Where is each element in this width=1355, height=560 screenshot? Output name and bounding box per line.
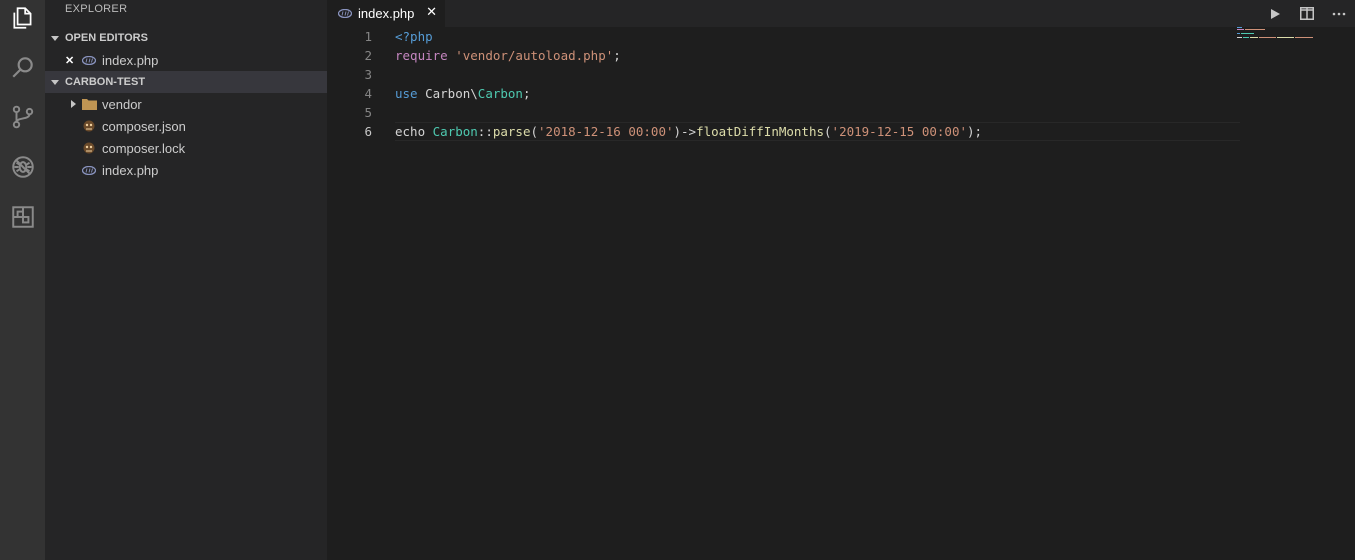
chevron-right-icon (65, 100, 81, 108)
extensions-icon[interactable] (0, 193, 45, 241)
folder-icon (81, 96, 97, 112)
php-open-tag: <?php (395, 29, 433, 44)
tab-bar: index.php ✕ (327, 0, 1355, 27)
line-number: 1 (364, 29, 372, 44)
chevron-down-icon (45, 34, 65, 42)
keyword-token: echo (395, 124, 433, 139)
string-token: '2018-12-16 00:00' (538, 124, 674, 139)
tree-item-composer-json[interactable]: composer.json (45, 115, 327, 137)
code-line-1: <?php (395, 27, 433, 46)
tree-item-label: index.php (102, 162, 159, 178)
open-editors-header[interactable]: OPEN EDITORS (45, 27, 327, 49)
tree-item-label: composer.lock (102, 140, 186, 156)
tree-item-index-php[interactable]: index.php (45, 159, 327, 181)
namespace-token: Carbon\ (417, 86, 478, 101)
code-line-2: require 'vendor/autoload.php'; (395, 46, 621, 65)
run-icon[interactable] (1259, 0, 1291, 27)
composer-icon (81, 118, 97, 134)
chevron-down-icon (45, 78, 65, 86)
activity-bar (0, 0, 45, 560)
explorer-icon[interactable] (0, 0, 45, 42)
composer-icon (81, 140, 97, 156)
code-line-4: use Carbon\Carbon; (395, 84, 530, 103)
tab-label: index.php (358, 6, 415, 21)
more-actions-icon[interactable] (1323, 0, 1355, 27)
punctuation-token: ( (824, 124, 832, 139)
code-line-6: echo Carbon::parse('2018-12-16 00:00')->… (395, 122, 982, 141)
tree-item-label: composer.json (102, 118, 186, 134)
workspace-header[interactable]: CARBON-TEST (45, 71, 327, 93)
minimap[interactable] (1237, 27, 1317, 47)
sidebar-title: EXPLORER (65, 3, 128, 15)
explorer-sidebar: EXPLORER OPEN EDITORS ✕ index.php CARBON… (45, 0, 327, 560)
tree-item-label: vendor (102, 96, 142, 112)
class-token: Carbon (432, 124, 478, 139)
function-token: floatDiffInMonths (696, 124, 825, 139)
tab-index-php[interactable]: index.php ✕ (327, 0, 445, 27)
close-icon[interactable]: ✕ (65, 54, 81, 67)
source-control-icon[interactable] (0, 93, 45, 141)
punctuation-token: ( (530, 124, 539, 139)
search-icon[interactable] (0, 43, 45, 91)
operator-token: )-> (673, 124, 697, 139)
php-file-icon (337, 6, 353, 22)
php-file-icon (81, 162, 97, 178)
php-file-icon (81, 52, 97, 68)
tree-item-vendor[interactable]: vendor (45, 93, 327, 115)
line-number-active: 6 (364, 124, 372, 139)
tab-close-icon[interactable]: ✕ (426, 4, 437, 20)
punctuation-token: ; (522, 86, 531, 101)
string-token: 'vendor/autoload.php' (455, 48, 614, 63)
editor-actions (1259, 0, 1355, 27)
keyword-token: use (395, 86, 418, 101)
line-number: 4 (364, 86, 372, 101)
punctuation-token: ); (967, 124, 983, 139)
string-token: '2019-12-15 00:00' (831, 124, 968, 139)
tree-item-composer-lock[interactable]: composer.lock (45, 137, 327, 159)
line-number: 5 (364, 105, 372, 120)
workspace-label: CARBON-TEST (65, 76, 146, 88)
line-number: 3 (364, 67, 372, 82)
line-number: 2 (364, 48, 372, 63)
keyword-token: require (395, 48, 448, 63)
code-editor[interactable]: 1 2 3 4 5 6 <?php require 'vendor/autolo… (327, 27, 1355, 560)
operator-token: :: (477, 124, 493, 139)
punctuation-token: ; (613, 48, 621, 63)
debug-icon[interactable] (0, 143, 45, 191)
open-editors-label: OPEN EDITORS (65, 32, 148, 44)
open-editor-item[interactable]: ✕ index.php (45, 49, 327, 71)
function-token: parse (492, 124, 531, 139)
class-token: Carbon (477, 86, 523, 101)
open-editor-label: index.php (102, 52, 159, 68)
split-editor-icon[interactable] (1291, 0, 1323, 27)
